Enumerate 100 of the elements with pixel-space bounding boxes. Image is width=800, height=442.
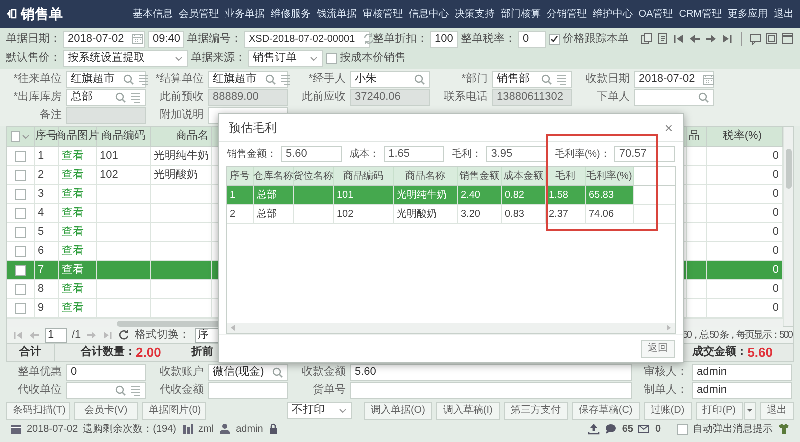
field-label: 单据来源： [191, 51, 246, 66]
toolbar-button[interactable]: 单据图片(0) [142, 402, 206, 420]
select-field[interactable]: 按系统设置提取 [63, 50, 188, 67]
status-text: 遗购剩余次数：(194) [83, 422, 177, 436]
input-field[interactable]: 2018-07-02 [63, 30, 145, 48]
menu-item[interactable]: 审核管理 [362, 6, 403, 22]
table-cell-text: 1 [38, 148, 44, 164]
select-field[interactable]: 销售订单 [248, 50, 323, 67]
total-label: 折前 [191, 344, 214, 360]
input-field[interactable]: 销售部 [492, 71, 572, 88]
print-button[interactable]: 打印(P) [696, 402, 743, 420]
menu-item[interactable]: 部门核算 [500, 6, 541, 22]
table-cell-text: 0 [772, 186, 779, 202]
toolbar-button[interactable]: 调入单据(O) [364, 402, 432, 420]
table-cell-text: 1 [230, 188, 236, 202]
toolbar-button[interactable]: 条码扫描(T) [6, 402, 70, 420]
field-label: 整单折扣： [373, 32, 428, 47]
input-field[interactable]: 总部 [66, 89, 146, 106]
table-cell-text: 光明酸奶 [397, 208, 437, 222]
input-field[interactable]: 5.60 [281, 146, 342, 162]
field-label: *出库库房 [12, 90, 63, 106]
input-field[interactable]: 红旗超市 [66, 71, 146, 88]
field-label: 制单人： [643, 383, 689, 398]
column-header[interactable]: 销售金额 [458, 167, 502, 185]
column-header[interactable]: 序号 [227, 167, 254, 185]
toolbar-button[interactable]: 会员卡(V) [74, 402, 138, 420]
mail-count: 0 [655, 422, 661, 436]
menu-item[interactable]: 维护中心 [592, 6, 633, 22]
menu-item[interactable]: 决策支持 [454, 6, 495, 22]
toolbar-button[interactable]: 保存草稿(C) [572, 402, 640, 420]
menu-item[interactable]: OA管理 [638, 6, 674, 22]
dialog-title: 预估毛利 [229, 120, 277, 136]
status-text: admin [236, 422, 264, 436]
input-field[interactable]: 1.65 [384, 146, 444, 162]
field-label: 货单号 [312, 383, 347, 398]
menu-item[interactable]: 会员管理 [178, 6, 219, 22]
table-cell-text: 0 [772, 206, 779, 221]
input-field[interactable]: 3.95 [486, 146, 547, 162]
field-label: 联系电话 [443, 90, 489, 106]
table-cell-text: 0 [772, 262, 779, 278]
menu-item[interactable]: 信息中心 [408, 6, 449, 22]
menu-item[interactable]: 钱流单据 [316, 6, 357, 22]
field-label: 此前应收 [301, 90, 347, 106]
column-header[interactable]: 商品名称 [394, 167, 458, 185]
column-header[interactable]: 毛利 [546, 167, 586, 185]
column-header[interactable]: 毛利率(%) [586, 167, 634, 185]
menu-item[interactable]: CRM管理 [679, 6, 722, 22]
select-field[interactable]: 不打印 [286, 402, 352, 419]
field-label: 默认售价： [6, 51, 61, 66]
table-cell-text: 0.82 [505, 188, 524, 202]
checkbox-label: 按成本价销售 [340, 51, 406, 66]
input-field[interactable]: 5.60 [350, 364, 632, 381]
total-value: 5.60 [748, 344, 773, 362]
table-cell-text: 0 [772, 244, 779, 259]
column-header[interactable]: 货位名称 [294, 167, 334, 185]
input-field[interactable]: 09:40 [148, 30, 184, 48]
toolbar-button[interactable]: 第三方支付 [504, 402, 568, 420]
input-field[interactable]: admin [692, 382, 792, 399]
status-text: zml [198, 422, 214, 436]
field-label: 格式切换： [135, 328, 190, 343]
menu-item[interactable]: 业务单据 [224, 6, 265, 22]
menu-item[interactable]: 分销管理 [546, 6, 587, 22]
menu-item[interactable]: 退出 [774, 6, 794, 22]
input-field[interactable]: 70.57 [614, 146, 675, 162]
column-header[interactable]: 商品名 [151, 127, 212, 146]
menu-item[interactable]: 基本信息 [132, 6, 173, 22]
field-label: *结算单位 [154, 72, 205, 88]
field-label: 代收单位 [17, 383, 63, 398]
close-button[interactable]: × [664, 120, 673, 134]
input-field[interactable]: admin [692, 364, 792, 381]
input-field[interactable]: 0 [518, 30, 546, 48]
page-field[interactable]: 1 [45, 328, 67, 342]
menu-item[interactable]: 维修服务 [270, 6, 311, 22]
column-header[interactable]: 成本金额 [502, 167, 546, 185]
field-label: 毛利率(%)： [554, 148, 610, 162]
checkbox-label: 自动弹出消息提示 [693, 422, 773, 436]
column-header[interactable]: 商品编码 [97, 127, 151, 146]
input-field[interactable]: 小朱 [350, 71, 430, 88]
input-field[interactable]: 2018-07-02 [634, 71, 714, 88]
field-label: 代收金额 [159, 382, 205, 398]
table-cell-text: 5 [38, 224, 44, 240]
column-header[interactable]: 仓库名称 [254, 167, 294, 185]
input-field[interactable]: 100 [430, 30, 458, 48]
table-cell-text: 0 [772, 282, 779, 297]
input-field[interactable]: 0 [66, 364, 146, 381]
column-header[interactable]: 品 [687, 127, 707, 146]
field-label: 收款账户 [159, 364, 205, 380]
back-button[interactable]: 返回 [641, 340, 675, 358]
menu-item[interactable]: 更多应用 [728, 6, 768, 22]
toolbar-button[interactable]: 退出 [760, 402, 794, 420]
table-cell-text: 102 [337, 208, 354, 222]
field-label: 整单优惠 [17, 364, 63, 380]
input-field[interactable]: 微信(现金) [208, 364, 288, 381]
column-header[interactable]: 商品编码 [334, 167, 394, 185]
input-field[interactable]: 红旗超市 [208, 71, 288, 88]
field-label: 收款日期 [585, 72, 631, 88]
field-label: 整单税率： [461, 32, 516, 47]
toolbar-button[interactable]: 调入草稿(I) [436, 402, 500, 420]
toolbar-button[interactable]: 过账(D) [644, 402, 692, 420]
table-cell-text: 光明纯牛奶 [154, 148, 209, 164]
